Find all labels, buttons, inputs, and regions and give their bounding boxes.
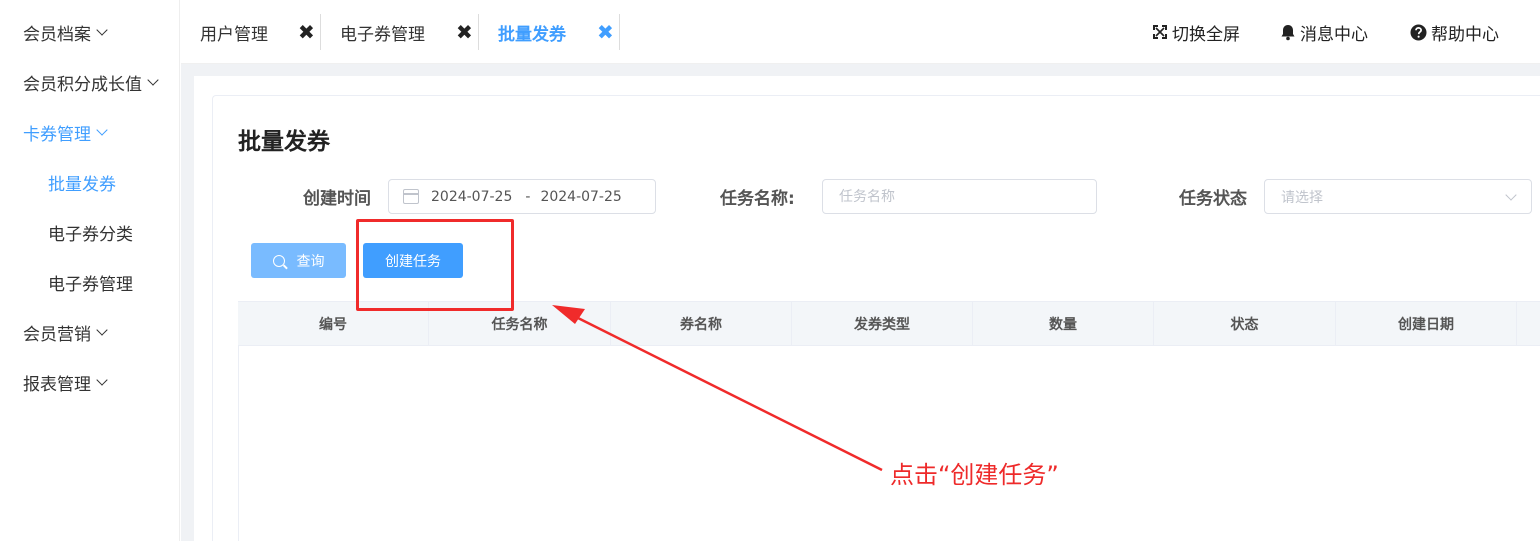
- date-end: 2024-07-25: [540, 188, 622, 205]
- help-center-button[interactable]: 帮助中心: [1410, 18, 1499, 46]
- bell-icon: [1281, 24, 1295, 40]
- sidebar-item-label: 电子券管理: [48, 274, 133, 295]
- question-circle-icon: [1410, 24, 1427, 40]
- tab-user-management[interactable]: 用户管理 ✖: [181, 14, 321, 50]
- chevron-down-icon: [96, 324, 108, 336]
- close-icon[interactable]: ✖: [456, 22, 473, 42]
- chevron-down-icon: [96, 374, 108, 386]
- column-header-status[interactable]: 状态: [1154, 302, 1336, 345]
- help-center-label: 帮助中心: [1431, 24, 1499, 45]
- table-body: [238, 346, 1540, 541]
- column-header-issue-type[interactable]: 发券类型: [792, 302, 973, 345]
- date-start: 2024-07-25: [431, 188, 513, 205]
- sidebar-item-label: 会员积分成长值: [23, 74, 142, 95]
- sidebar-item-member-marketing[interactable]: 会员营销: [0, 307, 180, 357]
- column-header-quantity[interactable]: 数量: [973, 302, 1154, 345]
- column-header-coupon-name[interactable]: 券名称: [611, 302, 792, 345]
- chevron-down-icon: [96, 124, 108, 136]
- created-time-label: 创建时间: [303, 189, 371, 209]
- sidebar-item-reports[interactable]: 报表管理: [0, 357, 180, 407]
- sidebar-item-label: 电子券分类: [48, 224, 133, 245]
- sidebar-item-coupon-management[interactable]: 卡券管理: [0, 107, 180, 157]
- sidebar-item-batch-issue[interactable]: 批量发券: [0, 157, 180, 207]
- tab-label: 电子券管理: [340, 24, 425, 45]
- chevron-down-icon: [147, 74, 159, 86]
- sidebar-item-member-points[interactable]: 会员积分成长值: [0, 57, 180, 107]
- sidebar-item-label: 卡券管理: [23, 124, 91, 145]
- chevron-down-icon: [1505, 189, 1517, 201]
- task-status-label: 任务状态: [1179, 189, 1247, 209]
- tab-coupon-management[interactable]: 电子券管理 ✖: [321, 14, 479, 50]
- calendar-icon: [403, 189, 419, 204]
- message-center-button[interactable]: 消息中心: [1280, 18, 1368, 46]
- close-icon[interactable]: ✖: [597, 22, 614, 42]
- fullscreen-label: 切换全屏: [1172, 24, 1240, 45]
- query-button[interactable]: 查询: [251, 243, 346, 278]
- message-center-label: 消息中心: [1300, 24, 1368, 45]
- annotation-text: 点击“创建任务”: [890, 461, 1059, 489]
- task-status-select[interactable]: 请选择: [1264, 179, 1532, 214]
- sidebar-item-label: 会员营销: [23, 324, 91, 345]
- sidebar-item-label: 会员档案: [23, 24, 91, 45]
- page-title: 批量发券: [238, 129, 330, 155]
- tab-label: 批量发券: [498, 24, 566, 45]
- chevron-down-icon: [96, 24, 108, 36]
- sidebar: 会员档案 会员积分成长值 卡券管理 批量发券 电子券分类 电子券管理 会员营销 …: [0, 0, 180, 541]
- task-status-placeholder: 请选择: [1281, 189, 1323, 206]
- date-separator: -: [525, 188, 531, 205]
- sidebar-item-coupon-category[interactable]: 电子券分类: [0, 207, 180, 257]
- column-header-created-date[interactable]: 创建日期: [1336, 302, 1517, 345]
- date-range-picker[interactable]: 2024-07-25 - 2024-07-25: [388, 179, 656, 214]
- sidebar-item-label: 报表管理: [23, 374, 91, 395]
- fullscreen-icon: [1153, 25, 1167, 39]
- tab-label: 用户管理: [200, 24, 268, 45]
- query-button-label: 查询: [296, 253, 325, 270]
- search-icon: [272, 254, 285, 267]
- sidebar-item-member-archive[interactable]: 会员档案: [0, 7, 180, 57]
- sidebar-item-label: 批量发券: [48, 174, 116, 195]
- fullscreen-button[interactable]: 切换全屏: [1152, 18, 1240, 46]
- sidebar-item-coupon-admin[interactable]: 电子券管理: [0, 257, 180, 307]
- close-icon[interactable]: ✖: [298, 22, 315, 42]
- task-name-label: 任务名称:: [720, 189, 795, 209]
- tab-batch-issue[interactable]: 批量发券 ✖: [479, 14, 620, 50]
- task-name-input[interactable]: [822, 179, 1097, 214]
- annotation-highlight-box: [356, 219, 514, 311]
